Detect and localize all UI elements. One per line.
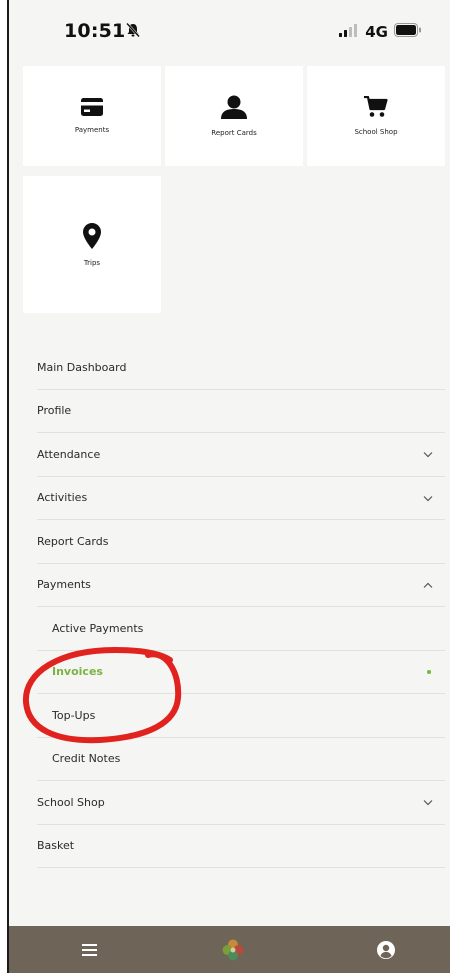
- credit-card-icon: [81, 98, 103, 120]
- menu-item-school-shop[interactable]: School Shop: [37, 781, 445, 825]
- side-menu: Main Dashboard Profile Attendance Activi…: [37, 346, 445, 868]
- menu-item-label: School Shop: [37, 795, 105, 809]
- menu-item-activities[interactable]: Activities: [37, 477, 445, 520]
- menu-item-report-cards[interactable]: Report Cards: [37, 520, 445, 564]
- tile-label: Trips: [83, 258, 101, 267]
- menu-item-credit-notes[interactable]: Credit Notes: [37, 738, 445, 781]
- menu-item-label: Profile: [37, 404, 72, 418]
- menu-item-label: Payments: [37, 578, 91, 592]
- network-label: 4G: [365, 22, 388, 41]
- account-icon[interactable]: [366, 926, 406, 973]
- chevron-down-icon: [423, 448, 433, 461]
- hamburger-menu-icon[interactable]: [69, 926, 109, 973]
- chevron-up-icon: [423, 578, 433, 591]
- menu-item-profile[interactable]: Profile: [37, 390, 445, 433]
- left-edge: [0, 0, 9, 973]
- bottom-nav: [9, 926, 450, 973]
- active-indicator-dot: [427, 669, 431, 674]
- menu-item-attendance[interactable]: Attendance: [37, 433, 445, 477]
- menu-item-label: Active Payments: [52, 621, 144, 635]
- menu-item-payments[interactable]: Payments: [37, 564, 445, 607]
- menu-item-main-dashboard[interactable]: Main Dashboard: [37, 346, 445, 390]
- battery-icon: [394, 22, 422, 41]
- menu-item-basket[interactable]: Basket: [37, 825, 445, 868]
- map-pin-icon: [83, 222, 101, 253]
- tile-trips[interactable]: Trips: [23, 176, 161, 313]
- tile-school-shop[interactable]: School Shop: [307, 66, 445, 166]
- menu-item-label: Basket: [37, 839, 75, 853]
- menu-item-label: Report Cards: [37, 534, 109, 548]
- tile-label: School Shop: [354, 128, 398, 136]
- tile-payments[interactable]: Payments: [23, 66, 161, 166]
- status-bar: 10:51 4G: [11, 0, 450, 62]
- chevron-down-icon: [423, 491, 433, 504]
- menu-item-label: Activities: [37, 491, 88, 505]
- menu-item-top-ups[interactable]: Top-Ups: [37, 694, 445, 738]
- tile-report-cards[interactable]: Report Cards: [165, 66, 303, 166]
- signal-icon: [339, 22, 359, 41]
- menu-item-active-payments[interactable]: Active Payments: [37, 607, 445, 651]
- silent-bell-icon: [125, 22, 141, 42]
- tile-label: Report Cards: [211, 129, 257, 137]
- status-time: 10:51: [64, 20, 126, 42]
- menu-item-label: Main Dashboard: [37, 360, 127, 374]
- person-icon: [221, 95, 247, 123]
- menu-item-label: Credit Notes: [52, 752, 121, 766]
- status-right: 4G: [339, 22, 422, 41]
- menu-item-label: Invoices: [52, 665, 103, 679]
- menu-item-invoices[interactable]: Invoices: [37, 651, 445, 694]
- chevron-down-icon: [423, 796, 433, 809]
- menu-item-label: Attendance: [37, 447, 101, 461]
- shopping-cart-icon: [364, 95, 388, 122]
- tile-label: Payments: [74, 126, 110, 134]
- menu-item-label: Top-Ups: [52, 708, 96, 722]
- app-logo-icon[interactable]: [213, 926, 253, 973]
